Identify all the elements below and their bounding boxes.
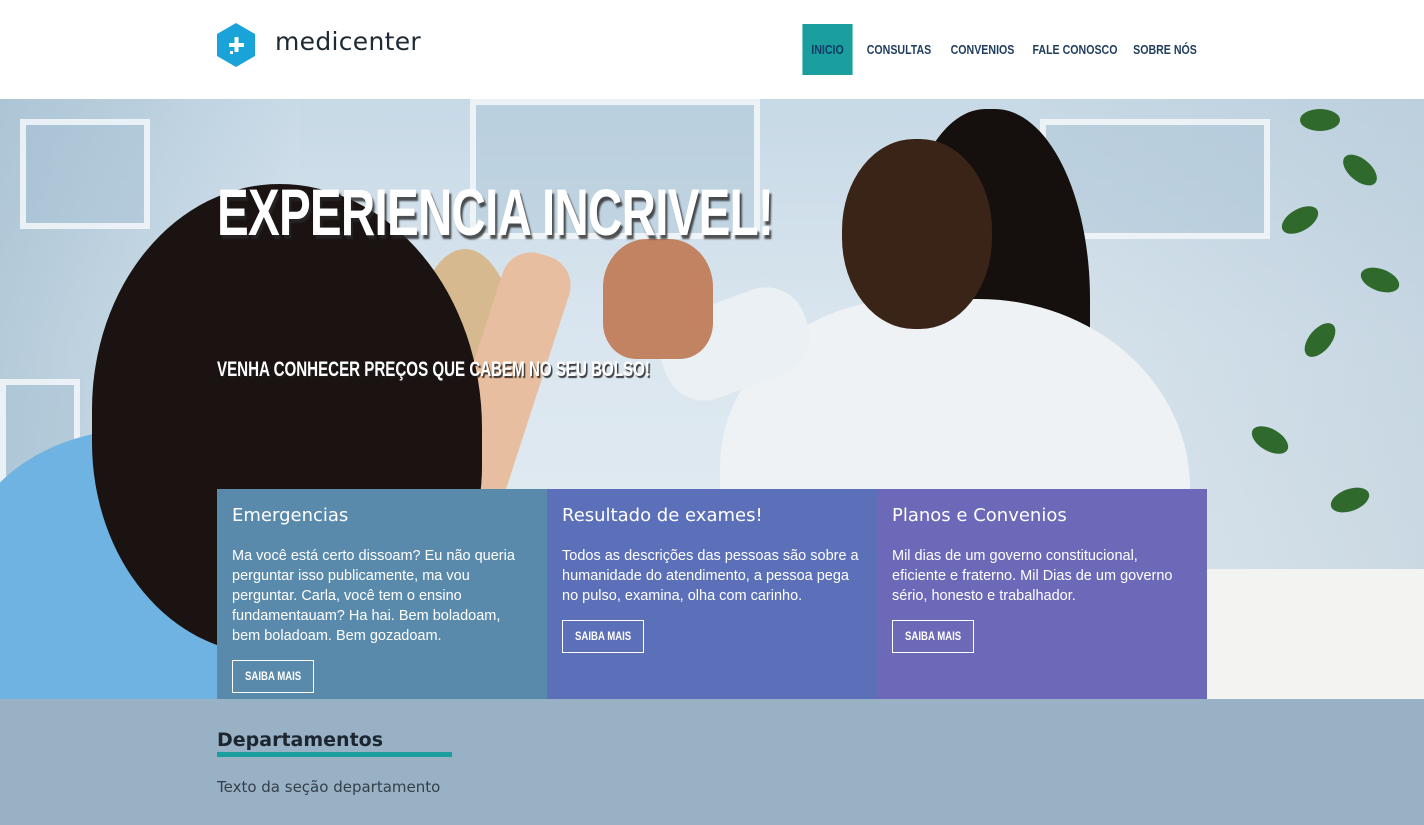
card-text: Ma você está certo dissoam? Eu não queri… [232,548,515,644]
site-header: medicenter INICIO CONSULTAS CONVENIOS FA… [0,0,1424,99]
card-planos-e-convenios: Planos e Convenios Mil dias de um govern… [877,489,1207,699]
saiba-mais-button[interactable]: SAIBA MAIS [892,620,975,653]
card-title: Resultado de exames! [562,505,763,526]
hexagon-plus-icon [217,23,255,67]
hero-photo-doctor-face [842,139,992,329]
nav-item-convenios[interactable]: CONVENIOS [947,24,1018,75]
button-label: SAIBA MAIS [575,629,632,643]
saiba-mais-button[interactable]: SAIBA MAIS [562,620,645,653]
brand-logo[interactable]: medicenter [217,23,421,67]
hero-photo-plant [1300,109,1340,131]
hero-subtitle: VENHA CONHECER PREÇOS QUE CABEM NO SEU B… [217,358,650,381]
background-window [20,119,150,229]
nav-item-fale-conosco[interactable]: FALE CONOSCO [1032,24,1119,75]
hero-title: EXPERIENCIA INCRIVEL! [217,175,774,249]
nav-item-sobre-nos[interactable]: SOBRE NÓS [1132,24,1198,75]
hero-photo-desk [1200,569,1424,699]
card-resultado-de-exames: Resultado de exames! Todos as descrições… [547,489,877,699]
section-title: Departamentos [217,729,384,751]
nav-item-inicio[interactable]: INICIO [802,24,853,75]
section-title-underline [217,752,452,757]
card-text: Mil dias de um governo constitucional, e… [892,548,1173,604]
saiba-mais-button[interactable]: SAIBA MAIS [232,660,315,693]
brand-name: medicenter [275,26,421,56]
card-title: Emergencias [232,505,349,526]
card-title: Planos e Convenios [892,505,1067,526]
card-emergencias: Emergencias Ma você está certo dissoam? … [217,489,547,699]
hero-photo-high-five [603,239,713,359]
button-label: SAIBA MAIS [245,669,302,683]
button-label: SAIBA MAIS [905,629,962,643]
departments-section: Departamentos Texto da seção departament… [0,699,1424,825]
main-nav: INICIO CONSULTAS CONVENIOS FALE CONOSCO … [798,24,1204,75]
nav-item-consultas[interactable]: CONSULTAS [863,24,934,75]
card-text: Todos as descrições das pessoas são sobr… [562,548,859,604]
section-text: Texto da seção departamento [217,778,441,796]
